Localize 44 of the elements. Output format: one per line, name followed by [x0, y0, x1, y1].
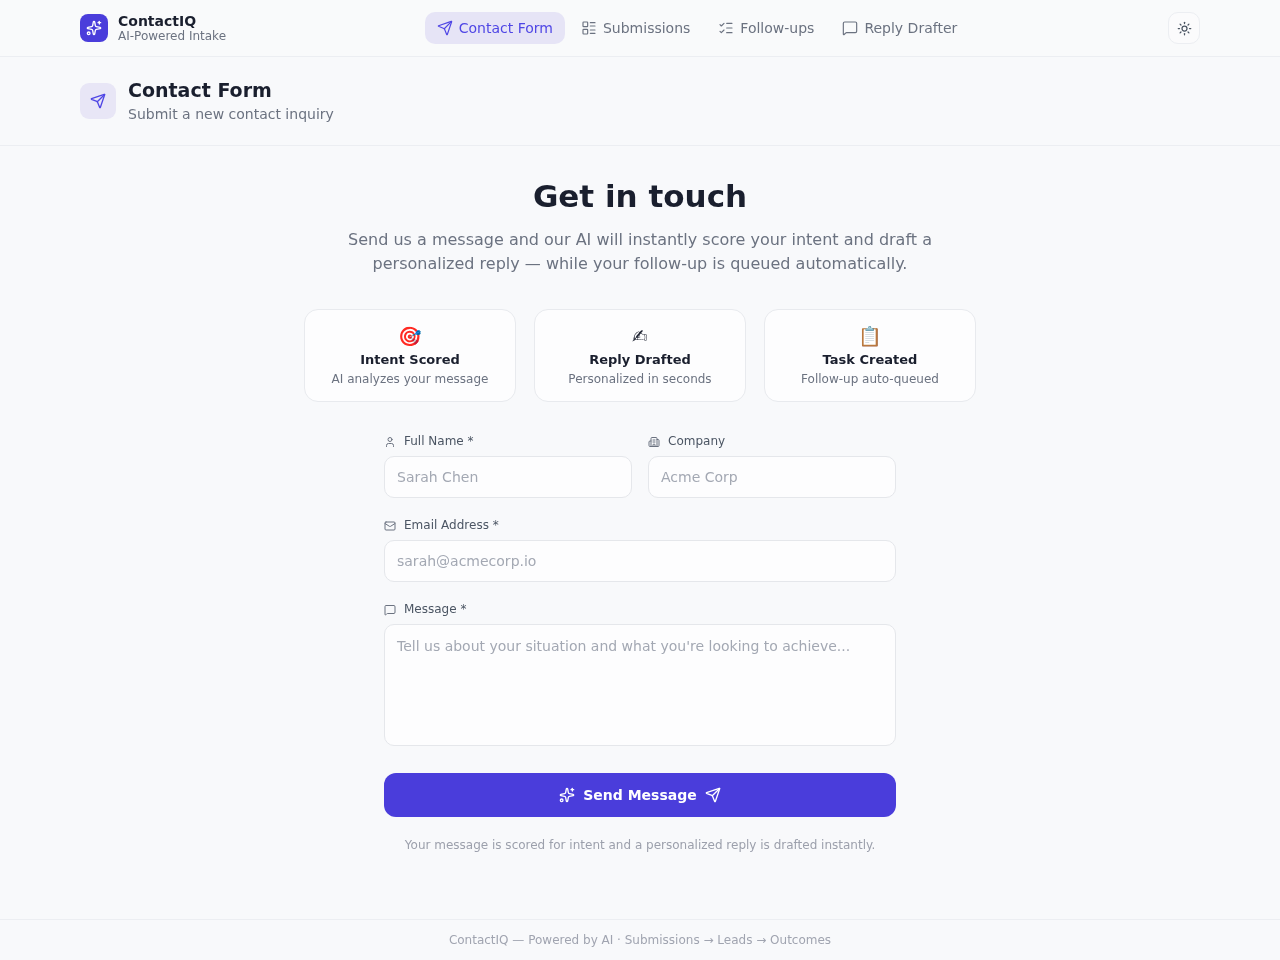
chat-bubble-icon: [842, 20, 859, 36]
list-icon: [580, 20, 597, 36]
feature-text: Personalized in seconds: [568, 371, 712, 387]
brand-name: ContactIQ: [118, 13, 198, 29]
target-icon: 🎯: [398, 324, 422, 348]
brand-tagline: AI-Powered Intake: [118, 29, 227, 43]
page-subtitle: Submit a new contact inquiry: [128, 105, 334, 124]
feature-title: Intent Scored: [360, 351, 460, 368]
checklist-icon: [718, 20, 735, 36]
sparkles-icon: [559, 787, 576, 803]
message-field[interactable]: Tell us about your situation and what you're looking to achieve...: [384, 624, 896, 746]
feature-text: AI analyzes your message: [331, 371, 489, 387]
clipboard-icon: 📋: [858, 324, 882, 348]
footer-text: ContactIQ — Powered by AI · Submissions → Leads → Outcomes: [448, 933, 832, 947]
sun-icon: [1176, 20, 1192, 36]
send-message-button[interactable]: Send Message: [384, 773, 896, 817]
writing-hand-icon: ✍: [632, 324, 648, 348]
field-label: Company: [668, 434, 726, 449]
hero-subtitle: Send us a message and our AI will instantly score your intent and draft a personalized reply — while your follow-up is queued automatically.: [347, 229, 933, 275]
field-label: Full Name *: [404, 434, 474, 449]
send-icon: [80, 83, 116, 119]
mail-icon: [384, 519, 396, 532]
nav-tab[interactable]: Follow-ups: [706, 12, 827, 44]
sparkles-logo-icon: [80, 14, 108, 42]
nav-tab[interactable]: Reply Drafter: [830, 12, 970, 44]
feature-title: Task Created: [822, 351, 918, 368]
input-field[interactable]: sarah@acmecorp.io: [384, 540, 896, 582]
person-icon: [384, 435, 396, 448]
input-field[interactable]: Acme Corp: [648, 456, 896, 498]
input-field[interactable]: Sarah Chen: [384, 456, 632, 498]
nav-tab[interactable]: Submissions: [568, 12, 703, 44]
chat-bubble-icon: [384, 603, 396, 616]
send-icon: [704, 787, 721, 803]
feature-title: Reply Drafted: [589, 351, 691, 368]
theme-toggle-button[interactable]: [1168, 12, 1200, 44]
send-icon: [436, 20, 453, 36]
page-title: Contact Form: [128, 78, 273, 102]
feature-text: Follow-up auto-queued: [801, 371, 939, 387]
hero-title: Get in touch: [532, 177, 748, 216]
form-note: Your message is scored for intent and a personalized reply is drafted instantly.: [403, 837, 877, 853]
field-label: Message *: [404, 602, 467, 617]
building-icon: [648, 435, 660, 448]
nav-tab[interactable]: Contact Form: [424, 12, 565, 44]
field-label: Email Address *: [404, 518, 499, 533]
